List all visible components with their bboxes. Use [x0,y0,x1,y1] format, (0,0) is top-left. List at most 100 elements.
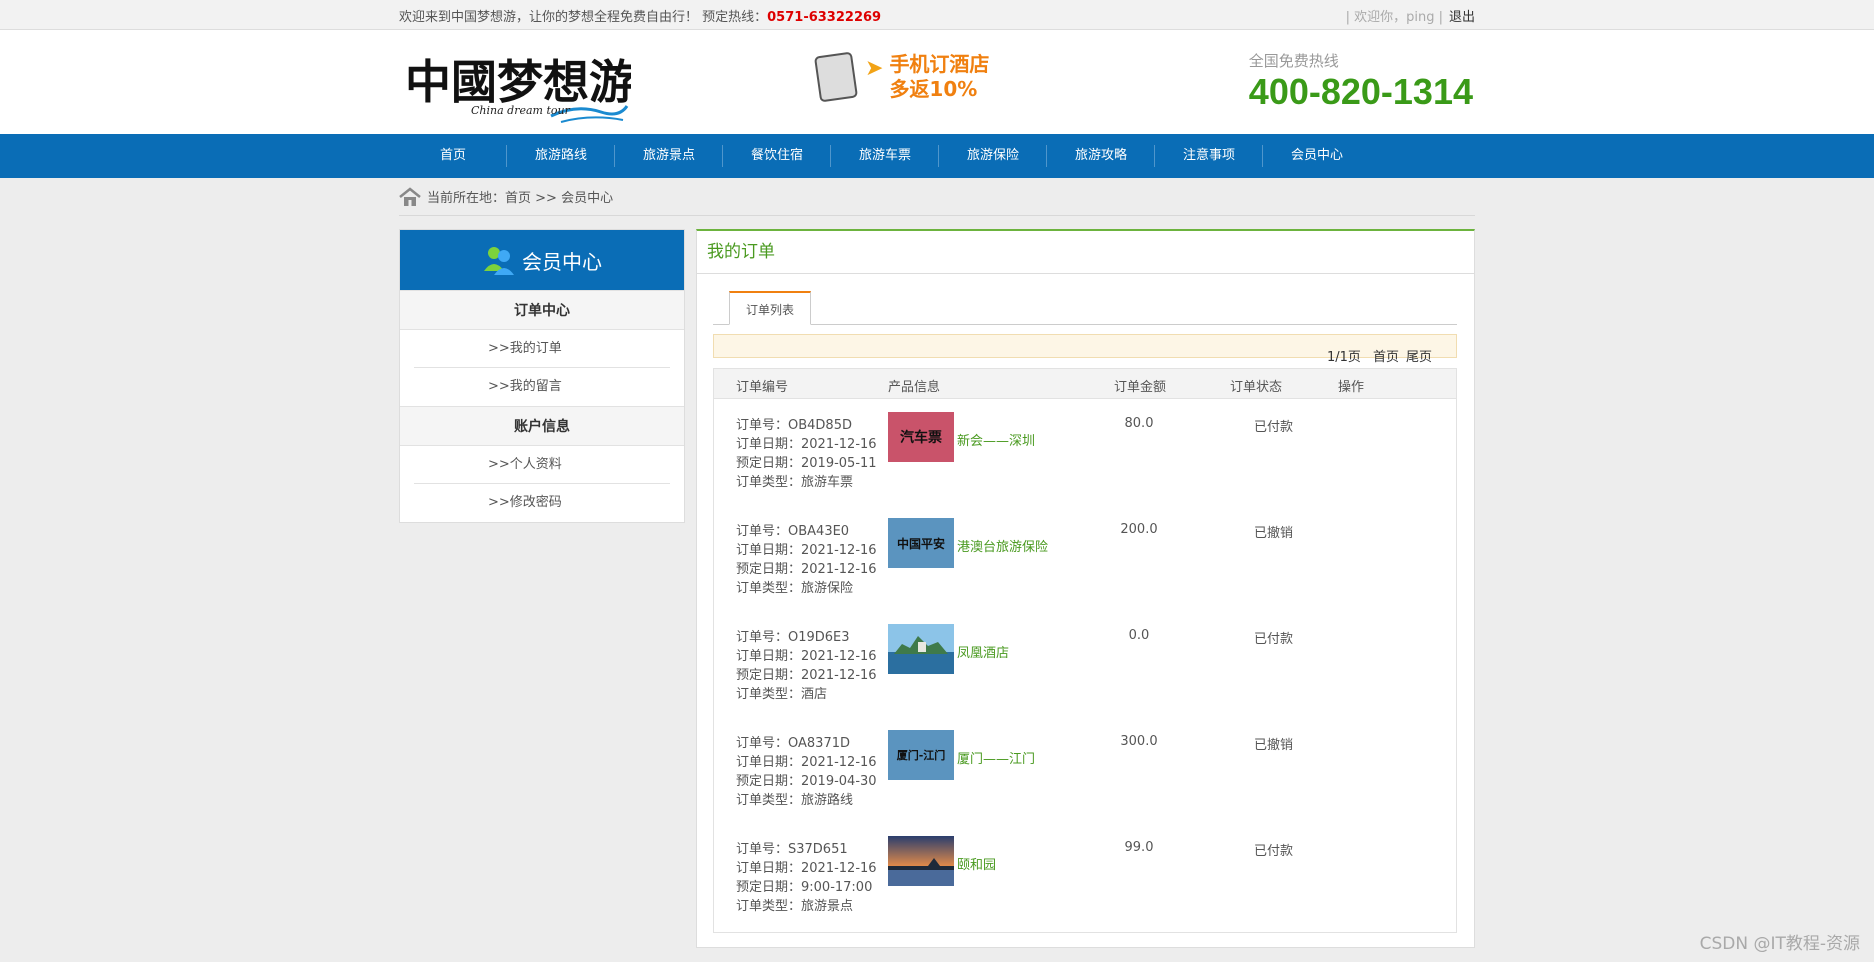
product-link[interactable]: 厦门——江门 [957,748,1035,767]
park-photo [888,836,954,886]
order-type: 订单类型：酒店 [736,687,828,702]
nav-item-tickets[interactable]: 旅游车票 [831,134,939,178]
order-number: 订单号：OB4D85D [736,418,852,433]
column-order-no: 订单编号 [736,380,789,395]
top-bar: 欢迎来到中国梦想游，让你的梦想全程免费自由行！ 预定热线：0571-633222… [0,0,1874,30]
mobile-promo-banner[interactable]: ➤ 手机订酒店 多返10% [813,51,990,103]
order-type: 订单类型：旅游车票 [736,475,854,490]
booking-hotline: 0571-63322269 [767,9,882,25]
promo-line-1: 手机订酒店 [889,52,990,76]
order-number: 订单号：S37D651 [736,842,848,857]
order-type: 订单类型：旅游路线 [736,793,854,808]
content-area: 当前所在地： 首页 >> 会员中心 会员中心 订单中心 >>我的订单 >>我的留言… [399,178,1475,948]
nav-item-insurance[interactable]: 旅游保险 [939,134,1047,178]
first-page-link[interactable]: 首页 [1373,346,1399,365]
table-row: 订单号：OB4D85D 订单日期：2021-12-16 预定日期：2019-05-1… [714,400,1456,506]
order-status: 已付款 [1254,632,1294,647]
order-type: 订单类型：旅游保险 [736,581,854,596]
product-thumbnail[interactable]: 厦门-江门 [888,730,954,780]
order-date: 订单日期：2021-12-16 [736,755,877,770]
user-greeting: | 欢迎你，ping | [1345,9,1443,25]
sidebar-section-account: 账户信息 [400,406,684,446]
table-header: 订单编号 产品信息 订单金额 订单状态 操作 [714,369,1456,399]
sidebar-item-change-password[interactable]: >>修改密码 [414,484,670,522]
nav-item-routes[interactable]: 旅游路线 [507,134,615,178]
nav-item-attractions[interactable]: 旅游景点 [615,134,723,178]
order-status: 已撤销 [1254,738,1294,753]
product-thumbnail[interactable] [888,836,954,886]
sidebar-item-profile[interactable]: >>个人资料 [414,446,670,484]
breadcrumb-label: 当前所在地： [427,191,506,206]
nav-item-home[interactable]: 首页 [399,134,507,178]
sidebar-item-my-messages[interactable]: >>我的留言 [414,368,670,406]
breadcrumb: 当前所在地： 首页 >> 会员中心 [399,178,1475,216]
order-info: 订单号：OBA43E0 订单日期：2021-12-16 预定日期：2021-12-1… [736,522,877,598]
booking-date: 预定日期：2021-12-16 [736,562,877,577]
hotel-photo [888,624,954,674]
paper-plane-icon: ➤ [865,55,884,81]
orders-table: 订单编号 产品信息 订单金额 订单状态 操作 订单号：OB4D85D 订单日期：2… [713,368,1457,933]
table-row: 订单号：OA8371D 订单日期：2021-12-16 预定日期：2019-04-3… [714,718,1456,824]
page-title: 我的订单 [697,231,1474,274]
order-number: 订单号：OBA43E0 [736,524,850,539]
logout-link[interactable]: 退出 [1449,10,1475,25]
order-type: 订单类型：旅游景点 [736,899,854,914]
home-icon [399,186,421,206]
booking-date: 预定日期：9:00-17:00 [736,880,873,895]
tab-order-list[interactable]: 订单列表 [729,291,811,325]
booking-date: 预定日期：2021-12-16 [736,668,877,683]
order-info: 订单号：S37D651 订单日期：2021-12-16 预定日期：9:00-17:0… [736,840,877,916]
order-amount: 300.0 [1120,734,1158,749]
site-logo[interactable]: 中國梦想游 China dream tour [401,46,631,128]
order-date: 订单日期：2021-12-16 [736,437,877,452]
product-link[interactable]: 颐和园 [957,854,996,873]
order-info: 订单号：O19D6E3 订单日期：2021-12-16 预定日期：2021-12-1… [736,628,877,704]
order-status: 已付款 [1254,844,1294,859]
booking-date: 预定日期：2019-04-30 [736,774,877,789]
order-date: 订单日期：2021-12-16 [736,861,877,876]
nav-item-dining-lodging[interactable]: 餐饮住宿 [723,134,831,178]
order-amount: 99.0 [1124,840,1154,855]
order-date: 订单日期：2021-12-16 [736,649,877,664]
breadcrumb-path[interactable]: 首页 >> 会员中心 [505,187,613,206]
table-row: 订单号：OBA43E0 订单日期：2021-12-16 预定日期：2021-12-1… [714,506,1456,612]
sidebar-header: 会员中心 [400,230,684,290]
order-number: 订单号：OA8371D [736,736,850,751]
nav-item-notices[interactable]: 注意事项 [1155,134,1263,178]
main-navigation: 首页 旅游路线 旅游景点 餐饮住宿 旅游车票 旅游保险 旅游攻略 注意事项 会员… [0,134,1874,178]
order-amount: 0.0 [1128,628,1150,643]
hotline-number: 400-820-1314 [1248,71,1473,112]
product-link[interactable]: 凤凰酒店 [957,642,1009,661]
sidebar-item-my-orders[interactable]: >>我的订单 [414,330,670,368]
order-status: 已撤销 [1254,526,1294,541]
nav-item-member-center[interactable]: 会员中心 [1263,134,1371,178]
product-link[interactable]: 新会——深圳 [957,430,1035,449]
phone-icon [813,51,859,103]
product-thumbnail[interactable] [888,624,954,674]
sidebar-title: 会员中心 [522,249,602,274]
user-status: | 欢迎你，ping | 退出 [1346,6,1475,25]
order-status: 已付款 [1254,420,1294,435]
watermark: CSDN @IT教程-资源 [1699,934,1860,954]
welcome-text: 欢迎来到中国梦想游，让你的梦想全程免费自由行！ 预定热线：0571-633222… [399,6,881,25]
promo-line-2: 多返10% [889,77,978,101]
product-thumbnail[interactable]: 中国平安 [888,518,954,568]
page-indicator: 1/1页 [1327,350,1361,365]
last-page-link[interactable]: 尾页 [1406,346,1432,365]
sidebar-section-orders: 订单中心 [400,290,684,330]
orders-panel: 我的订单 订单列表 1/1页 首页 尾页 订单编号 产品信息 订单金额 订单状态… [696,229,1475,948]
product-thumbnail[interactable]: 汽车票 [888,412,954,462]
free-hotline: 全国免费热线 400-820-1314 [1249,50,1473,113]
table-row: 订单号：S37D651 订单日期：2021-12-16 预定日期：9:00-17:0… [714,824,1456,930]
nav-item-guides[interactable]: 旅游攻略 [1047,134,1155,178]
order-info: 订单号：OB4D85D 订单日期：2021-12-16 预定日期：2019-05-1… [736,416,877,492]
booking-date: 预定日期：2019-05-11 [736,456,877,471]
product-link[interactable]: 港澳台旅游保险 [957,536,1048,555]
order-date: 订单日期：2021-12-16 [736,543,877,558]
pagination: 1/1页 首页 尾页 [713,334,1457,365]
column-status: 订单状态 [1230,380,1283,395]
site-header: 中國梦想游 China dream tour ➤ 手机订酒店 多返10% 全国免费… [0,30,1874,134]
logo-text: 中國梦想游 [405,55,631,109]
welcome-message: 欢迎来到中国梦想游，让你的梦想全程免费自由行！ 预定热线： [399,9,768,25]
members-icon [484,247,514,275]
